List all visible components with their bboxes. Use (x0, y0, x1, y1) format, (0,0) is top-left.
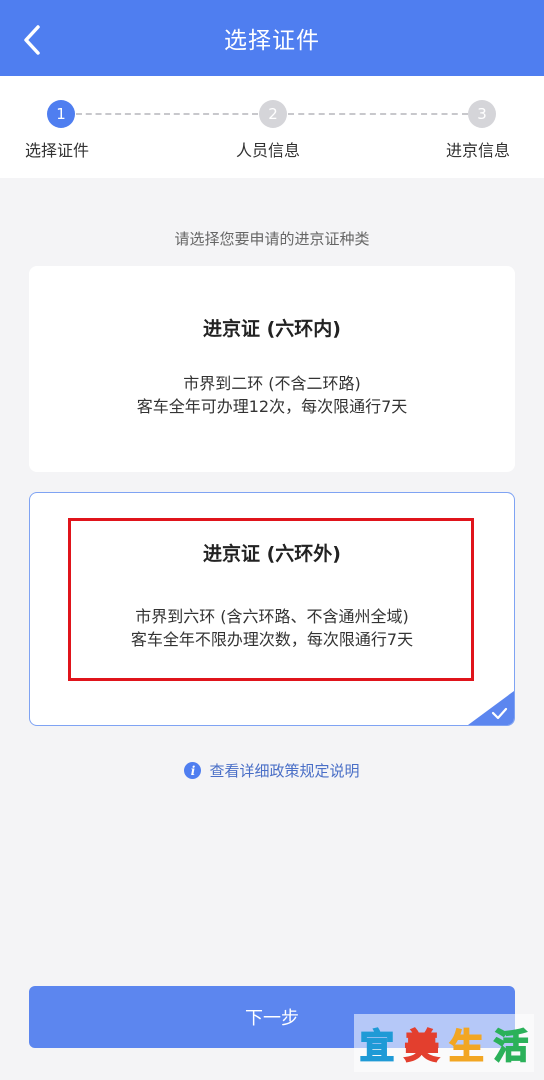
policy-link-text: 查看详细政策规定说明 (209, 762, 360, 780)
step-1-label: 选择证件 (25, 141, 90, 160)
card-title: 进京证 (六环内) (203, 318, 341, 340)
instruction-text: 请选择您要申请的进京证种类 (174, 230, 370, 248)
watermark-char: 宜 (359, 1026, 395, 1068)
permit-card-inside-sixth-ring[interactable]: 进京证 (六环内) 市界到二环 (不含二环路) 客车全年可办理12次，每次限通行… (29, 266, 515, 472)
red-annotation-box (68, 518, 474, 681)
app-header: 选择证件 (0, 0, 544, 76)
policy-details-link[interactable]: i 查看详细政策规定说明 (0, 760, 544, 781)
chevron-left-icon (24, 25, 40, 55)
card-desc-line: 客车全年可办理12次，每次限通行7天 (136, 397, 408, 416)
step-1-indicator: 1 (47, 100, 75, 128)
watermark-logo: 宜 美 生 活 (354, 1014, 534, 1072)
step-2-indicator: 2 (259, 100, 287, 128)
card-description: 市界到二环 (不含二环路) 客车全年可办理12次，每次限通行7天 (29, 372, 515, 418)
step-3-indicator: 3 (468, 100, 496, 128)
watermark-char: 美 (404, 1026, 440, 1068)
progress-stepper: 1 2 3 选择证件 人员信息 进京信息 (0, 76, 544, 178)
step-3-label: 进京信息 (446, 141, 511, 160)
info-icon: i (184, 762, 202, 779)
step-2-label: 人员信息 (236, 141, 301, 160)
step-connector (76, 113, 258, 115)
card-desc-line: 市界到二环 (不含二环路) (183, 374, 361, 393)
selected-check-icon (468, 691, 514, 725)
watermark-char: 活 (493, 1026, 529, 1068)
back-button[interactable] (14, 22, 50, 58)
page-title: 选择证件 (224, 28, 320, 54)
step-connector (288, 113, 468, 115)
page: 选择证件 1 2 3 选择证件 人员信息 进京信息 请选择您要申请的进京证种类 … (0, 0, 544, 1080)
watermark-char: 生 (448, 1026, 484, 1068)
